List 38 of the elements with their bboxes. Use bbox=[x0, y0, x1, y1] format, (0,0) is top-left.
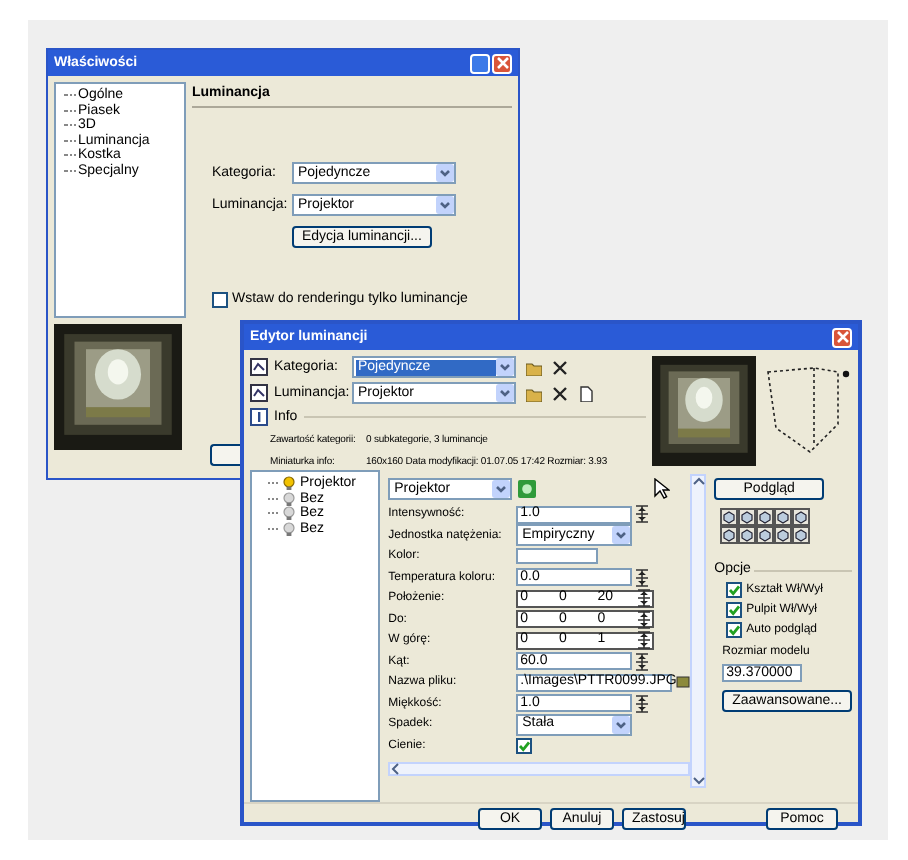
button[interactable] bbox=[210, 444, 240, 466]
close-button[interactable] bbox=[832, 327, 852, 347]
checkbox[interactable] bbox=[726, 602, 743, 618]
spinner-icon bbox=[636, 588, 653, 609]
close-button[interactable] bbox=[492, 53, 512, 73]
spinner-icon bbox=[634, 693, 651, 714]
check-icon bbox=[518, 739, 531, 752]
browse-icon bbox=[676, 674, 691, 691]
info-icon bbox=[250, 408, 268, 426]
dropdown-arrow-icon bbox=[612, 526, 631, 545]
new-document-icon bbox=[578, 385, 594, 401]
checkbox[interactable] bbox=[726, 582, 743, 598]
close-icon bbox=[835, 330, 849, 344]
checkbox[interactable] bbox=[726, 622, 743, 638]
scroll-left-icon bbox=[390, 762, 403, 776]
color-swatch[interactable] bbox=[516, 548, 599, 565]
checkbox[interactable] bbox=[212, 292, 228, 308]
close-icon bbox=[552, 359, 568, 375]
close-icon bbox=[495, 56, 509, 70]
close-icon bbox=[552, 385, 568, 401]
dropdown-arrow-icon bbox=[492, 480, 511, 498]
scroll-up-icon bbox=[691, 476, 706, 488]
dropdown-arrow-icon bbox=[496, 358, 514, 376]
spinner-icon bbox=[634, 504, 651, 525]
mouse-pointer-icon bbox=[654, 478, 670, 500]
dropdown-arrow-icon bbox=[612, 715, 631, 734]
dropdown-arrow-icon bbox=[496, 384, 514, 402]
spinner-icon bbox=[636, 630, 653, 651]
checkbox[interactable] bbox=[516, 737, 533, 754]
dropdown-arrow-icon bbox=[436, 164, 454, 182]
horizontal-scrollbar[interactable] bbox=[388, 762, 691, 776]
vertical-scrollbar[interactable] bbox=[690, 474, 707, 788]
spinner-icon bbox=[634, 567, 651, 588]
spinner-icon bbox=[636, 609, 653, 630]
scroll-down-icon bbox=[691, 774, 706, 786]
dropdown-arrow-icon bbox=[436, 196, 454, 214]
spinner-icon bbox=[634, 651, 651, 672]
help-button[interactable] bbox=[470, 53, 490, 73]
